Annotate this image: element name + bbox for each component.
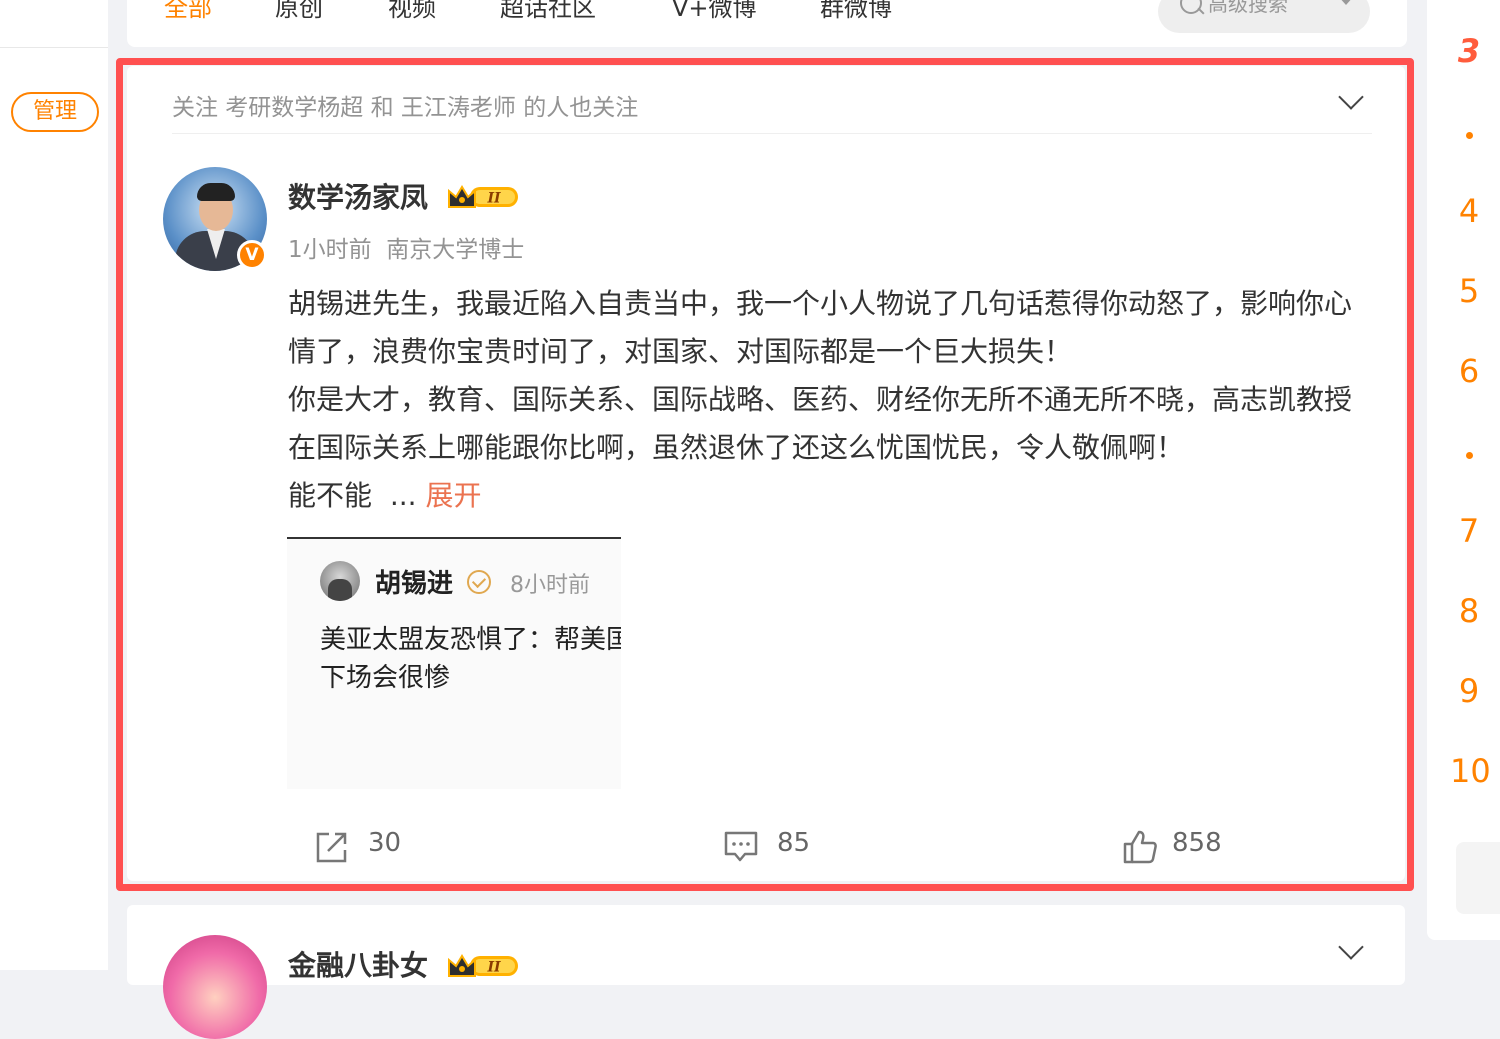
repost-text: 美亚太盟友恐惧了：帮美国的下场会很惨 xyxy=(320,625,621,693)
verified-v-icon: V xyxy=(237,240,267,270)
manage-button[interactable]: 管理 xyxy=(11,92,99,132)
hot-rank-number[interactable]: 5 xyxy=(1450,272,1488,310)
repost-image[interactable]: 胡锡进 8小时前 美亚太盟友恐惧了：帮美国的下场会很惨 xyxy=(287,537,621,789)
post-paragraph: 胡锡进先生，我最近陷入自责当中，我一个小人物说了几句话惹得你动怒了，影响你心情了… xyxy=(288,287,1353,368)
feed-filter-tabs: 全部 原创 视频 超话社区 V+微博 群微博 高级搜索 xyxy=(127,0,1407,47)
hot-rank-number[interactable]: 6 xyxy=(1450,352,1488,390)
tab-super-topic[interactable]: 超话社区 xyxy=(500,0,596,26)
hot-rank-number[interactable]: 4 xyxy=(1450,192,1488,230)
comment-count: 85 xyxy=(777,828,811,858)
recommend-hint: 关注 考研数学杨超 和 王江涛老师 的人也关注 xyxy=(172,95,639,121)
post-truncated-text: 能不能 xyxy=(288,479,373,512)
left-sidebar xyxy=(0,0,108,970)
hot-search-panel xyxy=(1427,0,1500,940)
advanced-search-label: 高级搜索 xyxy=(1208,0,1288,16)
post-time[interactable]: 1小时前 xyxy=(288,237,372,263)
vip-crown-icon[interactable]: II xyxy=(446,183,522,211)
hint-divider xyxy=(172,133,1372,134)
share-icon xyxy=(316,832,347,863)
hot-rank-number[interactable]: 10 xyxy=(1450,752,1491,790)
expand-link[interactable]: 展开 xyxy=(425,479,481,512)
panel-footer-box[interactable] xyxy=(1456,842,1500,914)
post-text: 胡锡进先生，我最近陷入自责当中，我一个小人物说了几句话惹得你动怒了，影响你心情了… xyxy=(288,280,1373,520)
repost-time: 8小时前 xyxy=(510,573,590,598)
share-button[interactable]: 30 xyxy=(314,825,434,869)
hot-dot-icon xyxy=(1466,452,1473,459)
avatar[interactable] xyxy=(163,935,267,1039)
like-button[interactable]: 858 xyxy=(1122,825,1252,869)
hot-rank-number[interactable]: 3 xyxy=(1450,32,1488,70)
tab-video[interactable]: 视频 xyxy=(388,0,436,26)
like-count: 858 xyxy=(1172,828,1222,858)
chevron-down-icon xyxy=(1338,0,1354,5)
thumbs-up-icon xyxy=(1123,830,1157,864)
tab-v-plus[interactable]: V+微博 xyxy=(672,0,757,26)
post-paragraph: 能不能 ... 展开 xyxy=(288,472,1373,520)
search-icon xyxy=(1180,0,1202,14)
tab-group[interactable]: 群微博 xyxy=(820,0,892,26)
comment-icon xyxy=(724,831,758,862)
sidebar-divider xyxy=(0,47,108,48)
vip-crown-icon[interactable]: II xyxy=(446,952,522,980)
tab-all[interactable]: 全部 xyxy=(164,0,212,26)
svg-text:II: II xyxy=(486,191,501,207)
post-source: 南京大学博士 xyxy=(386,237,525,263)
author-name[interactable]: 数学汤家凤 xyxy=(288,176,428,216)
comment-button[interactable]: 85 xyxy=(723,825,843,869)
advanced-search-button[interactable]: 高级搜索 xyxy=(1158,0,1370,33)
share-count: 30 xyxy=(368,828,402,858)
svg-text:II: II xyxy=(486,960,501,976)
repost-avatar xyxy=(320,561,360,601)
hot-rank-number[interactable]: 9 xyxy=(1450,672,1488,710)
repost-author: 胡锡进 xyxy=(375,569,454,599)
verified-badge-icon xyxy=(467,570,491,594)
hot-rank-number[interactable]: 7 xyxy=(1450,512,1488,550)
tab-original[interactable]: 原创 xyxy=(275,0,323,26)
post-meta: 1小时前 南京大学博士 xyxy=(288,230,524,264)
hot-dot-icon xyxy=(1466,132,1473,139)
ellipsis: ... xyxy=(389,479,417,512)
next-post-author[interactable]: 金融八卦女 xyxy=(288,944,428,984)
hot-rank-number[interactable]: 8 xyxy=(1450,592,1488,630)
post-paragraph: 你是大才，教育、国际关系、国际战略、医药、财经你无所不通无所不晓，高志凯教授在国… xyxy=(288,383,1353,464)
